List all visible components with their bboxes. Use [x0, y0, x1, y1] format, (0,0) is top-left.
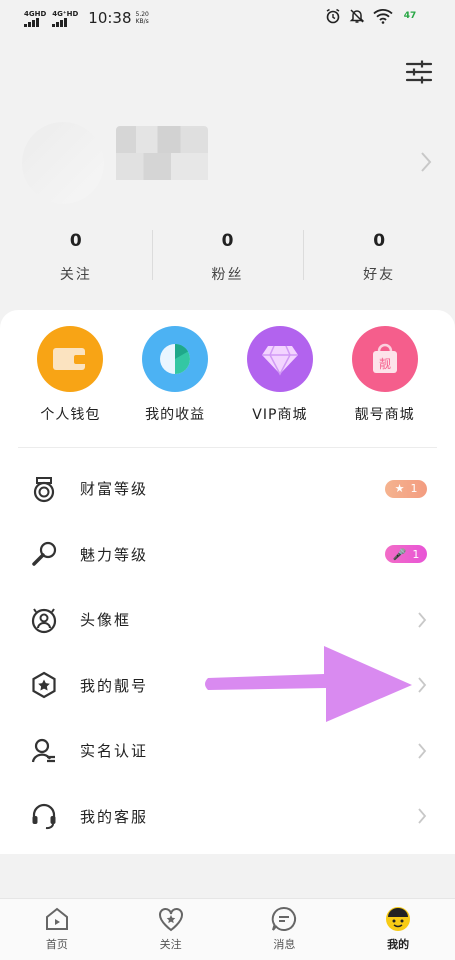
status-icons: 47 [325, 8, 419, 24]
menu-label: 财富等级 [80, 480, 149, 499]
star-hexagon-icon [30, 671, 58, 699]
wealth-level-badge: ★ 1 [385, 479, 427, 498]
heart-star-icon [158, 908, 183, 932]
star-icon: ★ [394, 482, 405, 496]
signal-sim1: 4GHD [24, 10, 46, 27]
alarm-icon [326, 8, 340, 24]
chevron-right-icon [418, 743, 427, 759]
badge-value: 1 [412, 547, 420, 561]
bottom-nav: 首页 关注 消息 我的 [0, 898, 455, 960]
main-card: 个人钱包 我的收益 VIP商城 靓 靓号商城 财富等级 ★ 1 魅力等级 🎤 1… [0, 310, 455, 854]
network-speed: 5.20 KB/s [136, 11, 149, 25]
signal-bars-icon [24, 17, 39, 27]
pie-chart-icon [142, 326, 209, 392]
medal-icon [30, 475, 58, 503]
stat-fans[interactable]: 0 粉丝 [151, 228, 304, 284]
nav-label: 首页 [45, 938, 68, 951]
menu-label: 魅力等级 [80, 545, 149, 564]
home-icon [45, 907, 68, 930]
id-verify-icon [30, 737, 58, 765]
nav-follow[interactable]: 关注 [114, 899, 228, 960]
menu-wealth-level[interactable]: 财富等级 ★ 1 [0, 456, 455, 522]
settings-sliders-icon[interactable] [405, 60, 433, 84]
nickname-blurred[interactable] [116, 126, 208, 180]
quick-earnings[interactable]: 我的收益 [123, 326, 228, 447]
status-bar: 4GHD 4G⁺HD 10:38 5.20 KB/s 47 [0, 0, 455, 36]
stat-friends[interactable]: 0 好友 [303, 228, 455, 284]
stat-label: 粉丝 [211, 267, 244, 283]
menu-charm-level[interactable]: 魅力等级 🎤 1 [0, 522, 455, 588]
profile-face-icon [386, 907, 411, 931]
quick-wallet[interactable]: 个人钱包 [18, 326, 123, 447]
nav-home[interactable]: 首页 [0, 899, 114, 960]
quick-actions: 个人钱包 我的收益 VIP商城 靓 靓号商城 [18, 310, 437, 448]
nav-messages[interactable]: 消息 [228, 899, 342, 960]
chevron-right-icon [418, 677, 427, 693]
menu-label: 头像框 [80, 611, 132, 630]
message-icon [272, 906, 297, 931]
wallet-icon [37, 326, 104, 392]
quick-label: VIP商城 [252, 407, 308, 423]
bag-text: 靓 [379, 357, 391, 371]
status-time: 10:38 [88, 9, 132, 27]
stat-value: 0 [69, 231, 82, 251]
stat-label: 关注 [59, 267, 92, 283]
menu-real-name-verify[interactable]: 实名认证 [0, 718, 455, 784]
quick-label: 我的收益 [145, 407, 206, 423]
quick-number-mall[interactable]: 靓 靓号商城 [332, 326, 437, 447]
diamond-icon [246, 326, 313, 392]
stat-following[interactable]: 0 关注 [0, 228, 152, 284]
stat-value: 0 [373, 231, 386, 251]
signal-sim2: 4G⁺HD [52, 10, 78, 27]
stat-value: 0 [221, 231, 234, 251]
quick-vip-mall[interactable]: VIP商城 [228, 326, 333, 447]
chevron-right-icon[interactable] [419, 150, 433, 174]
battery-icon: 47 [403, 11, 417, 21]
sim1-label: 4GHD [24, 9, 47, 18]
chevron-right-icon [418, 612, 427, 628]
annotation-arrow-icon [205, 646, 412, 722]
menu-label: 我的客服 [80, 807, 149, 826]
headset-icon [30, 802, 58, 830]
mic-badge-icon: 🎤 [392, 547, 407, 561]
avatar-frame-icon [30, 606, 58, 634]
stat-label: 好友 [363, 267, 396, 283]
menu-label: 实名认证 [80, 742, 149, 761]
stats-bar: 0 关注 0 粉丝 0 好友 [0, 228, 455, 284]
nav-label: 关注 [159, 938, 182, 951]
nav-mine[interactable]: 我的 [341, 899, 455, 960]
menu-customer-service[interactable]: 我的客服 [0, 784, 455, 850]
badge-value: 1 [410, 482, 418, 496]
charm-level-badge: 🎤 1 [385, 545, 427, 564]
shopping-bag-icon: 靓 [351, 326, 418, 392]
microphone-icon [30, 540, 58, 568]
sim2-label: 4G⁺HD [52, 9, 79, 18]
chevron-right-icon [418, 808, 427, 824]
signal-bars-icon [52, 17, 68, 27]
nav-label: 我的 [387, 938, 410, 951]
menu-avatar-frame[interactable]: 头像框 [0, 587, 455, 653]
nav-label: 消息 [273, 938, 296, 951]
quick-label: 靓号商城 [354, 407, 415, 423]
speed-value: 5.20 [135, 11, 149, 18]
wifi-icon [373, 9, 393, 24]
avatar[interactable] [22, 122, 104, 204]
speed-unit: KB/s [135, 18, 149, 25]
quick-label: 个人钱包 [40, 407, 101, 423]
mute-bell-icon [349, 9, 365, 23]
